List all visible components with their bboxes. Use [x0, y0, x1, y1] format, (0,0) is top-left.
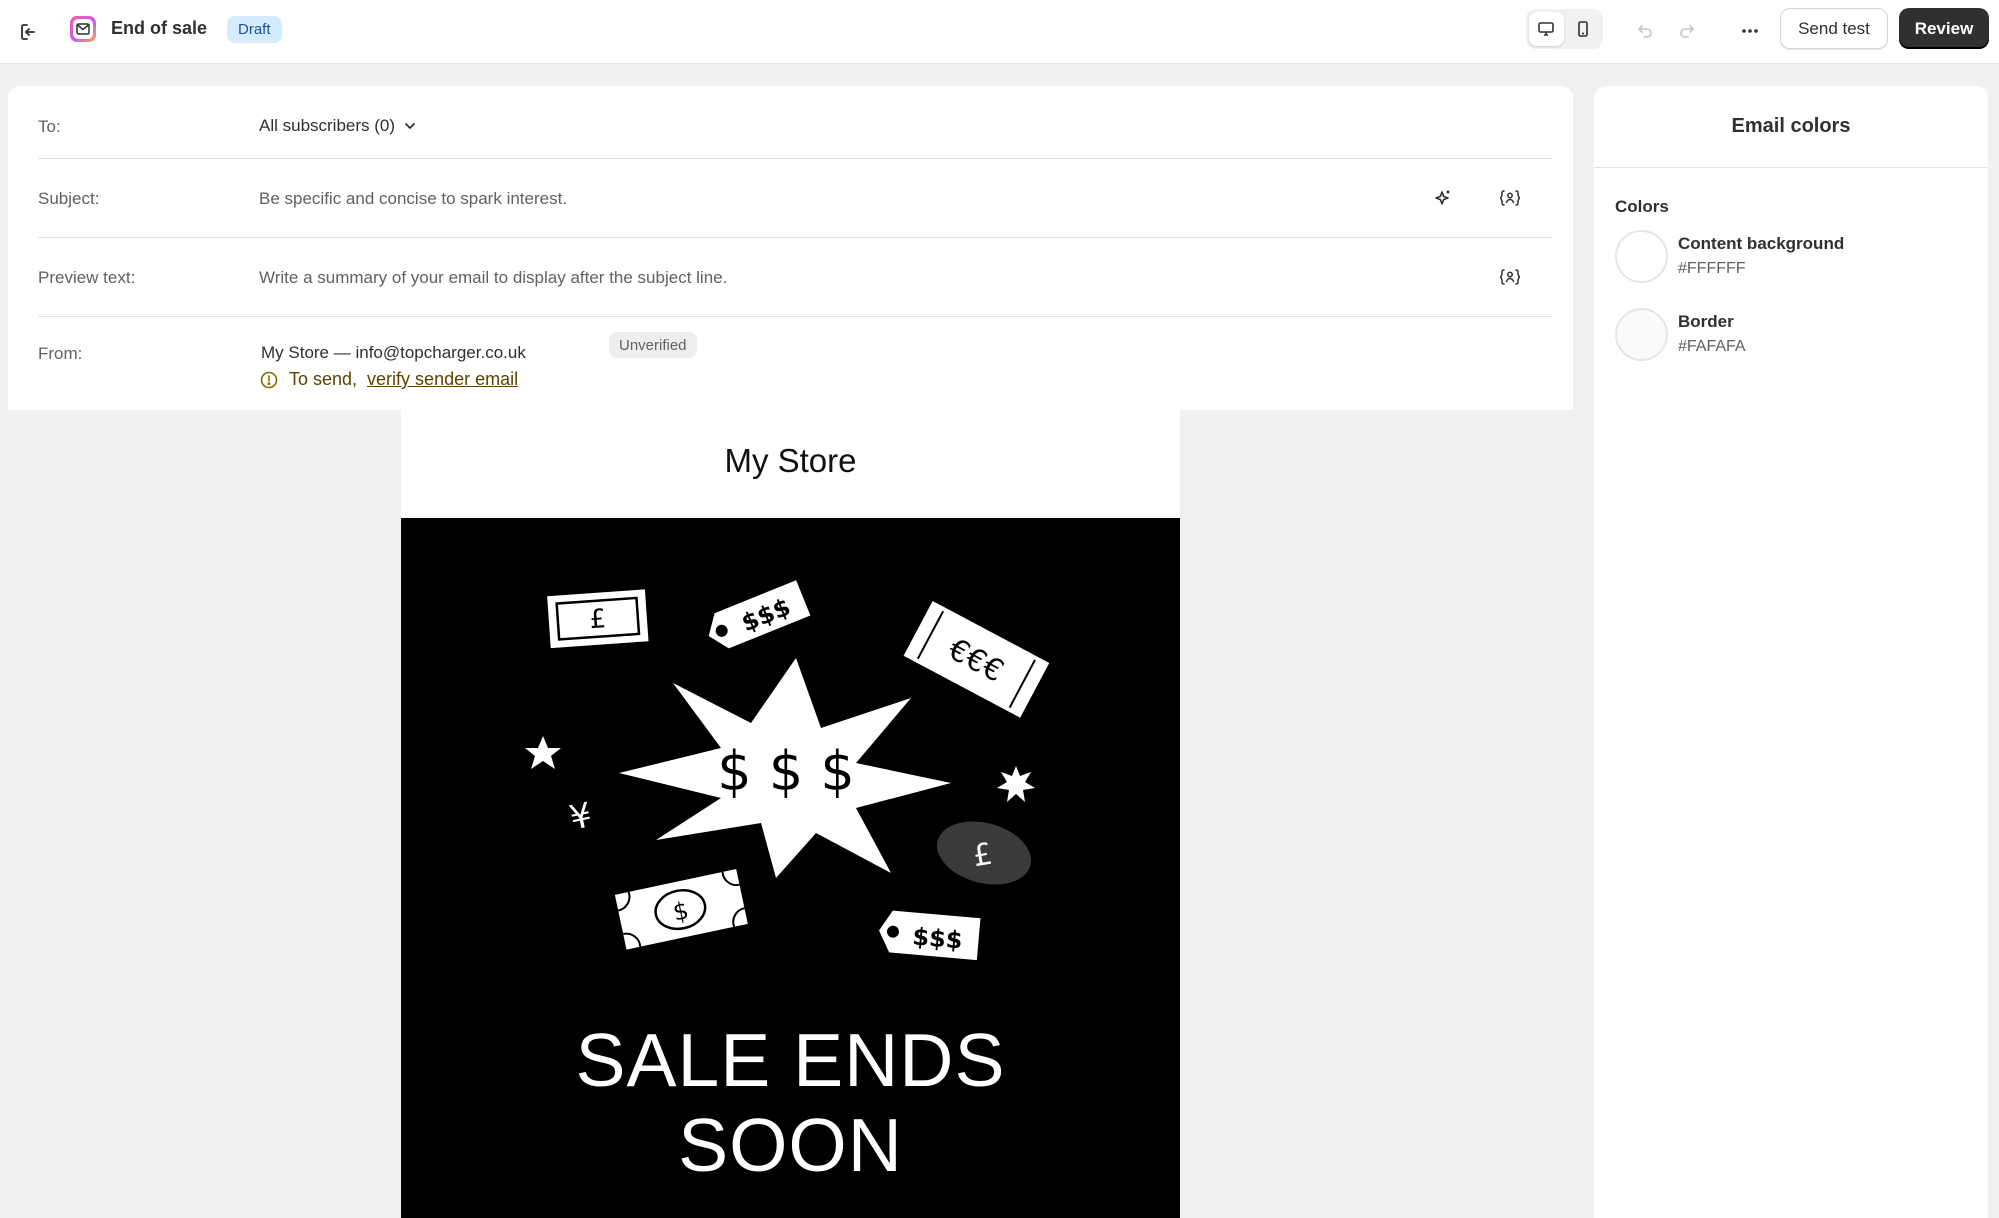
warning-text: To send,: [289, 369, 358, 389]
desktop-icon: [1538, 22, 1555, 36]
more-actions-button[interactable]: [1731, 12, 1769, 50]
border-color[interactable]: Border #FAFAFA: [1615, 308, 1975, 364]
price-tag-bottom-graphic: $$$: [879, 910, 981, 961]
email-editor: To: All subscribers (0) Subject: Be spec…: [8, 86, 1573, 1218]
color-hex: #FFFFFF: [1678, 260, 1746, 277]
preview-text-label: Preview text:: [38, 268, 136, 287]
from-label: From:: [38, 344, 83, 363]
preview-text-input[interactable]: Write a summary of your email to display…: [259, 268, 727, 288]
from-row: From: My Store — info@topcharger.co.uk U…: [38, 317, 1552, 410]
sparkle-icon: [1435, 190, 1450, 205]
mobile-icon: [1577, 21, 1588, 37]
status-badge: Draft: [227, 16, 282, 43]
subject-row: Subject: Be specific and concise to spar…: [38, 159, 1552, 238]
to-label: To:: [38, 117, 61, 136]
to-row: To: All subscribers (0): [38, 86, 1552, 159]
headline-line-1: SALE ENDS: [575, 1018, 1006, 1102]
undo-icon: [1638, 25, 1652, 38]
sale-headline: SALE ENDS SOON: [401, 1018, 1180, 1188]
subject-input[interactable]: Be specific and concise to spark interes…: [259, 189, 567, 209]
review-button[interactable]: Review: [1899, 8, 1989, 49]
unverified-badge: Unverified: [609, 332, 697, 358]
email-colors-panel: Email colors Colors Content background #…: [1594, 86, 1988, 1218]
recipients-value: All subscribers (0): [259, 116, 396, 135]
euro-tag-graphic: €€€: [903, 600, 1050, 718]
insert-variable-subject-button[interactable]: [1495, 183, 1525, 213]
exit-button[interactable]: [10, 14, 46, 50]
subject-label: Subject:: [38, 189, 100, 208]
color-hex: #FAFAFA: [1678, 338, 1746, 355]
price-tag-top-graphic: $$$: [708, 580, 811, 649]
sender-address: My Store — info@topcharger.co.uk: [261, 343, 526, 362]
variable-icon: [1499, 190, 1521, 206]
device-toggle: [1526, 9, 1603, 49]
pound-note-symbol: £: [589, 604, 608, 635]
email-preview-canvas: My Store £ $$$ €€€ $ $ $ ¥ £ $ $$$ SALE …: [8, 410, 1573, 1218]
burst-text: $ $ $: [717, 740, 854, 803]
preview-text-row: Preview text: Write a summary of your em…: [38, 238, 1552, 317]
chevron-down-icon: [405, 123, 415, 129]
email-app-icon: [70, 16, 96, 42]
colors-section-label: Colors: [1615, 197, 1669, 216]
yen-symbol: ¥: [566, 795, 595, 839]
color-name: Content background: [1678, 234, 1845, 253]
send-test-button[interactable]: Send test: [1780, 8, 1888, 49]
star-graphic: [525, 736, 561, 769]
tag-bottom-text: $$$: [911, 922, 963, 954]
content-background-color[interactable]: Content background #FFFFFF: [1615, 230, 1975, 286]
email-hero-image[interactable]: £ $$$ €€€ $ $ $ ¥ £ $ $$$ SALE ENDS SOON: [401, 518, 1180, 1218]
mobile-view-button[interactable]: [1566, 12, 1601, 46]
redo-icon: [1680, 25, 1694, 38]
color-name: Border: [1678, 312, 1734, 331]
recipients-select[interactable]: All subscribers (0): [259, 116, 417, 136]
variable-icon: [1499, 269, 1521, 285]
redo-button[interactable]: [1670, 14, 1704, 48]
desktop-view-button[interactable]: [1529, 12, 1564, 46]
dollar-note-graphic: $: [614, 869, 748, 950]
more-horizontal-icon: [1742, 29, 1758, 33]
generate-subject-button[interactable]: [1428, 183, 1458, 213]
verify-warning: To send, verify sender email: [259, 369, 518, 390]
pound-note-graphic: £: [547, 589, 649, 649]
page-title: End of sale: [111, 18, 208, 38]
warning-icon: [260, 371, 278, 388]
starburst-graphic: [997, 766, 1035, 802]
email-content[interactable]: My Store £ $$$ €€€ $ $ $ ¥ £ $ $$$ SALE …: [401, 410, 1180, 1218]
email-store-name: My Store: [724, 442, 857, 479]
headline-line-2: SOON: [678, 1103, 903, 1187]
exit-icon: [21, 24, 35, 40]
undo-button[interactable]: [1628, 14, 1662, 48]
border-swatch[interactable]: [1615, 308, 1668, 361]
content-background-swatch[interactable]: [1615, 230, 1668, 283]
top-bar: End of sale Draft Send test Review: [0, 0, 1999, 64]
verify-sender-link[interactable]: verify sender email: [367, 369, 518, 390]
panel-title: Email colors: [1594, 86, 1988, 168]
insert-variable-preview-button[interactable]: [1495, 262, 1525, 292]
